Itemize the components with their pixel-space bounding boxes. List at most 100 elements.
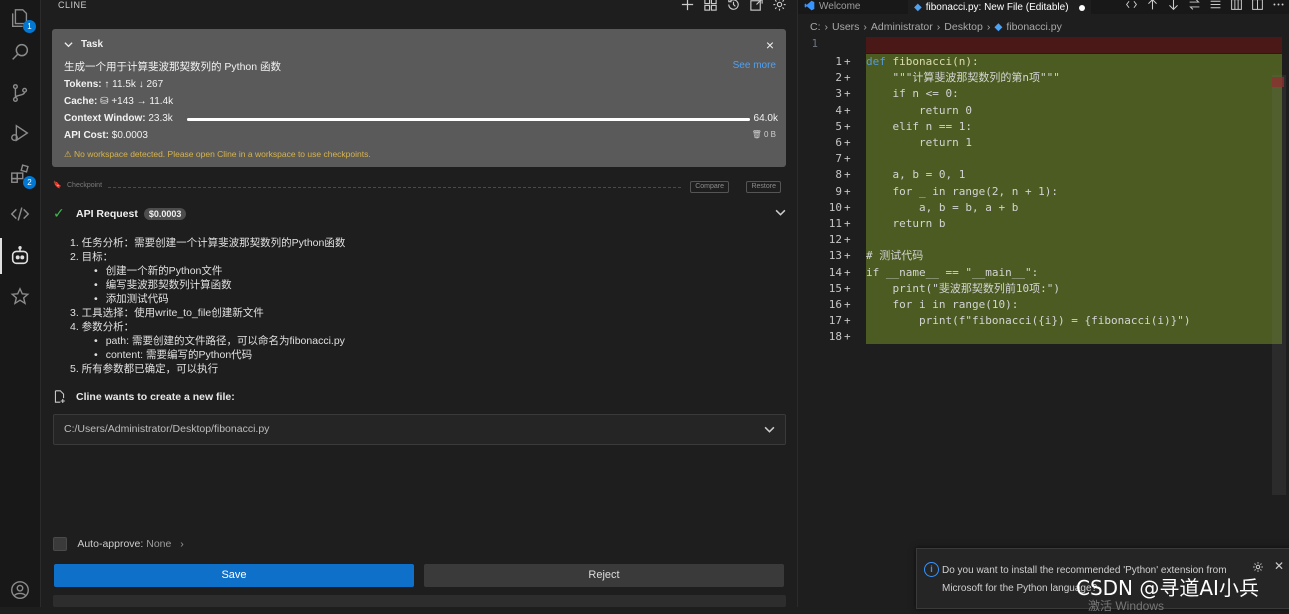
code-line: 7 + (835, 152, 851, 166)
extensions-badge: 2 (23, 176, 36, 189)
check-icon: ✓ (53, 205, 65, 221)
context-window-fill (187, 118, 750, 121)
reasoning-bullet: • 添加测试代码 (94, 293, 169, 305)
chat-input[interactable] (53, 595, 786, 607)
expand-chevron-icon[interactable] (775, 207, 786, 221)
api-request-row[interactable]: ✓ API Request $0.0003 (53, 205, 786, 223)
save-button[interactable]: Save (54, 564, 414, 587)
popout-icon[interactable] (749, 0, 764, 12)
new-file-icon (53, 390, 66, 406)
editor-scrollbar[interactable] (1272, 75, 1286, 495)
reasoning-list: 1. 任务分析：需要创建一个计算斐波那契数列的Python函数 2. 目标： •… (70, 236, 770, 376)
restore-button[interactable]: Restore (746, 181, 781, 193)
breadcrumb-separator: › (863, 21, 867, 33)
bullet-text: 创建一个新的Python文件 (105, 265, 223, 277)
mcp-servers-icon[interactable] (703, 0, 718, 12)
history-icon[interactable] (726, 0, 741, 12)
original-line: 1 (798, 37, 1284, 53)
code-line: 5 + elif n == 1: (835, 119, 972, 133)
code-text: a, b = 0, 1 (866, 168, 966, 182)
code-line: 6 + return 1 (835, 136, 972, 149)
breadcrumb-item[interactable]: C: (810, 21, 821, 33)
task-heading: Task (81, 39, 104, 50)
swap-icon[interactable] (1188, 0, 1201, 14)
split-editor-icon[interactable] (1251, 0, 1264, 14)
reasoning-bullet: • 编写斐波那契数列计算函数 (94, 279, 232, 291)
reasoning-line: 2. 目标： (70, 251, 114, 263)
scroll-thumb[interactable] (1272, 77, 1284, 87)
cline-panel: CLINE Task × 生成一个用于计算斐波那契数列的 Python 函数 S… (41, 0, 797, 607)
trash-icon: 🗑 (751, 130, 764, 139)
checkpoint-label: Checkpoint (67, 182, 103, 189)
notification-close-icon[interactable]: ✕ (1274, 559, 1284, 573)
cache-row: Cache: ⛁ +143 → 11.4k (64, 96, 173, 107)
cost-value: $0.0003 (111, 130, 148, 141)
breadcrumb-item[interactable]: Users (832, 21, 859, 33)
code-text: # 测试代码 (866, 249, 924, 263)
inline-view-icon[interactable] (1209, 0, 1222, 14)
checkpoint-row: 🔖 Checkpoint Compare Restore (53, 181, 786, 193)
breadcrumb-item[interactable]: fibonacci.py (1006, 21, 1061, 33)
more-actions-icon[interactable] (1272, 0, 1285, 14)
diff-icon[interactable] (1125, 0, 1138, 14)
code-text: return 0 (866, 103, 972, 117)
chevron-right-icon: › (180, 537, 184, 550)
tab-fibonacci[interactable]: ◆ fibonacci.py: New File (Editable) (908, 0, 1091, 15)
code-text: a, b = b, a + b (866, 200, 1019, 214)
file-path-box[interactable]: C:/Users/Administrator/Desktop/fibonacci… (53, 414, 786, 445)
source-control-icon[interactable] (6, 79, 34, 107)
code-line: 4 + return 0 (835, 103, 972, 117)
auto-approve-row[interactable]: Auto-approve: None › (53, 537, 184, 553)
warning-text: No workspace detected. Please open Cline… (73, 149, 371, 159)
bullet-text: 添加测试代码 (105, 293, 169, 305)
cache-label: Cache: (64, 96, 98, 107)
settings-gear-icon[interactable] (772, 0, 787, 12)
reasoning-line: 4. 参数分析： (70, 321, 135, 333)
run-debug-icon[interactable] (6, 119, 34, 147)
tokens-down-value: 267 (146, 79, 164, 90)
bookmark-icon: 🔖 (53, 182, 62, 189)
reasoning-bullet: • path: 需要创建的文件路径，可以命名为fibonacci.py (94, 335, 345, 347)
arrow-down-nav-icon[interactable] (1167, 0, 1180, 14)
breadcrumb-item[interactable]: Desktop (944, 21, 983, 33)
context-used-value: 23.3k (148, 113, 173, 124)
remote-explorer-icon[interactable] (6, 200, 34, 228)
delete-task-button[interactable]: 🗑 0 B (752, 130, 776, 139)
path-chevron-icon[interactable] (764, 424, 775, 438)
tab-fibonacci-label: fibonacci.py: New File (Editable) (925, 2, 1069, 13)
reject-button[interactable]: Reject (424, 564, 784, 587)
extensions-icon[interactable]: 2 (6, 160, 36, 189)
account-icon[interactable] (6, 576, 34, 604)
editor-area: Welcome ◆ fibonacci.py: New File (Editab… (798, 0, 1289, 607)
testing-icon[interactable] (6, 283, 34, 311)
new-file-title: Cline wants to create a new file: (76, 391, 235, 403)
diff-editor[interactable]: 1 1 + def fibonacci(n): 2 + """计算斐波那契数列的第n项… (798, 37, 1289, 607)
bullet-text: path: 需要创建的文件路径，可以命名为fibonacci.py (105, 335, 345, 347)
code-line: 13 + # 测试代码 (828, 249, 924, 263)
database-icon: ⛁ (100, 96, 112, 107)
breadcrumb-item[interactable]: Administrator (871, 21, 933, 33)
code-text: for i in range(10): (866, 298, 1019, 311)
explorer-icon[interactable]: 1 (6, 4, 36, 33)
vscode-logo-icon (804, 0, 815, 15)
code-line: 16 + for i in range(10): (828, 298, 1019, 311)
search-icon[interactable] (6, 38, 34, 66)
cline-robot-icon[interactable] (0, 238, 34, 274)
activate-windows-watermark: 激活 Windows (1088, 599, 1165, 613)
compare-button[interactable]: Compare (690, 181, 729, 193)
arrow-up-icon: ↑ (104, 79, 113, 90)
see-more-link[interactable]: See more (733, 60, 776, 71)
context-window-bar (187, 118, 750, 121)
modified-dot-icon[interactable] (1078, 5, 1085, 11)
auto-approve-checkbox[interactable] (53, 537, 67, 551)
api-cost-pill: $0.0003 (143, 208, 187, 220)
code-line: 17 + print(f"fibonacci({i}) = {fibonacci(… (828, 314, 1191, 328)
tab-welcome[interactable]: Welcome (804, 0, 861, 14)
arrow-up-nav-icon[interactable] (1146, 0, 1159, 14)
code-text: for _ in range(2, n + 1): (866, 184, 1059, 198)
task-collapse-chevron-icon[interactable] (64, 40, 73, 52)
open-changes-icon[interactable] (1230, 0, 1243, 14)
new-file-header: Cline wants to create a new file: (53, 390, 786, 406)
reasoning-line: 5. 所有参数都已确定，可以执行 (70, 363, 219, 375)
new-task-icon[interactable] (680, 0, 695, 12)
